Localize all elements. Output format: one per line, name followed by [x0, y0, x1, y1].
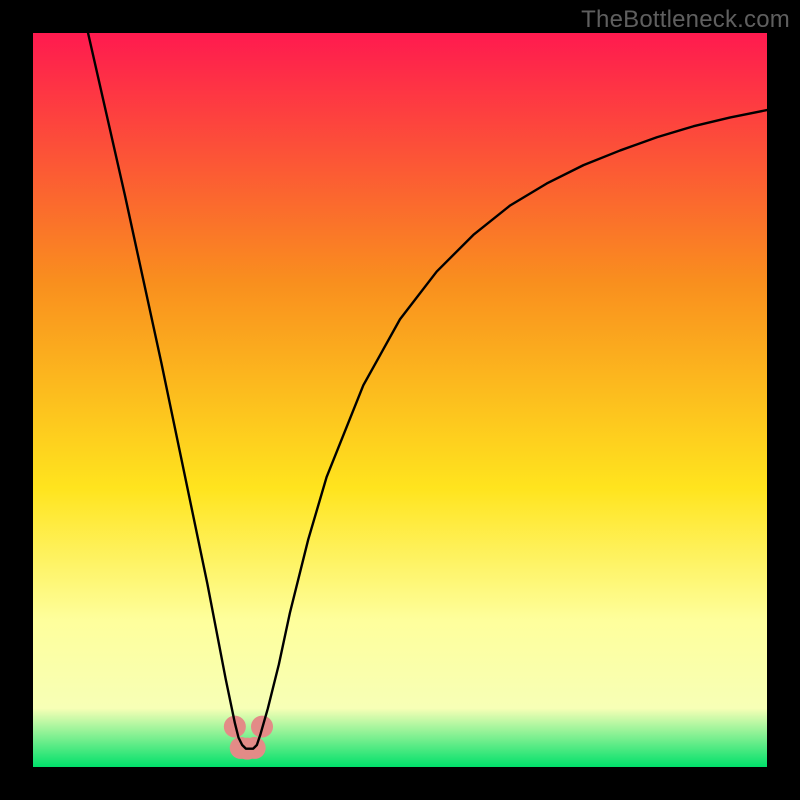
attribution-label: TheBottleneck.com [581, 6, 790, 34]
chart-frame: TheBottleneck.com [0, 0, 800, 800]
plot-area [33, 33, 767, 767]
gradient-background [33, 33, 767, 767]
plot-svg [33, 33, 767, 767]
